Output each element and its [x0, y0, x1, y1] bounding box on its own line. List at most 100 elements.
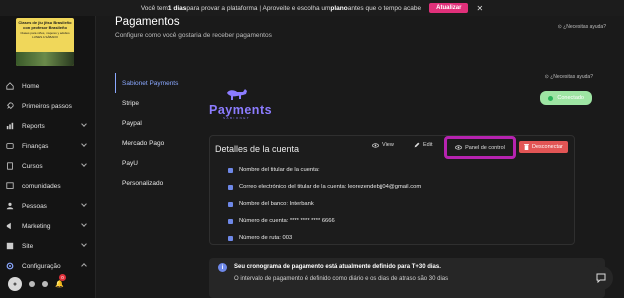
payments-logo: Payments SABIONET — [209, 85, 273, 120]
globe-icon — [6, 242, 14, 250]
holder-name-row: Nombre del titular de la cuenta: — [228, 167, 320, 173]
close-icon[interactable]: ✕ — [476, 4, 483, 13]
page-subtitle: Configure como você gostaria de receber … — [115, 32, 272, 39]
chevron-down-icon — [81, 241, 87, 247]
banner-days: 1 dias — [167, 4, 187, 12]
status-badge: Conectado — [540, 91, 592, 105]
user-icon — [228, 167, 233, 173]
control-panel-label: Panel de control — [465, 144, 505, 151]
sidebar-item-label: Pessoas — [22, 202, 47, 210]
help-link[interactable]: ⊙ ¿Necesitas ayuda? — [558, 24, 606, 30]
eye-icon — [455, 145, 463, 150]
details-title: Detalles de la cuenta — [215, 144, 300, 154]
payment-tabs: Sabionet Payments Stripe Paypal Mercado … — [115, 73, 189, 193]
chevron-up-icon — [81, 263, 87, 269]
edit-button[interactable]: Edit — [414, 142, 432, 148]
sidebar-item-label: comunidades — [22, 182, 61, 190]
routing-number-text: Número de ruta: 003 — [239, 235, 293, 241]
tab-mercado-pago[interactable]: Mercado Pago — [115, 133, 189, 153]
tab-paypal[interactable]: Paypal — [115, 113, 189, 133]
banner-prefix: Você tem — [140, 4, 168, 12]
bell-icon[interactable]: 🔔 0 — [55, 274, 66, 288]
sidebar-footer: ● 🔔 0 — [0, 270, 96, 298]
page-title: Pagamentos — [115, 16, 180, 28]
tab-stripe[interactable]: Stripe — [115, 93, 189, 113]
rocket-icon — [7, 102, 14, 109]
account-number-row: Número de cuenta: **** **** **** 6666 — [228, 218, 335, 224]
holder-name-text: Nombre del titular de la cuenta: — [239, 167, 320, 173]
sidebar-item-site[interactable]: Site — [6, 236, 90, 256]
promo-subtitle: Clases para niños, mujeres y adultos LUN… — [20, 31, 70, 39]
help-link-panel-label: ¿Necesitas ayuda? — [550, 74, 593, 80]
mail-icon — [228, 184, 233, 190]
chevron-down-icon — [81, 141, 87, 147]
help-link-panel[interactable]: ⊙ ¿Necesitas ayuda? — [545, 74, 593, 80]
update-button[interactable]: Atualizar — [429, 3, 469, 13]
sidebar-item-financas[interactable]: Finanças — [6, 136, 90, 156]
pencil-icon — [414, 142, 420, 148]
bank-name-row: Nombre del banco: Interbank — [228, 201, 314, 207]
sidebar-item-pessoas[interactable]: Pessoas — [6, 196, 90, 216]
hash-icon — [228, 235, 233, 241]
chart-icon — [6, 122, 14, 130]
chevron-down-icon — [81, 201, 87, 207]
edit-label: Edit — [423, 142, 433, 148]
account-number-text: Número de cuenta: **** **** **** 6666 — [239, 218, 335, 224]
sidebar-item-home[interactable]: Home — [6, 76, 90, 96]
view-button[interactable]: View — [372, 142, 394, 148]
status-icon[interactable] — [42, 281, 48, 287]
holder-email-row: Correo electrónico del titular de la cue… — [228, 184, 421, 190]
chat-icon — [596, 273, 606, 283]
sidebar: Clases de jiu jitsu Brasileño con profes… — [0, 0, 96, 298]
sidebar-item-label: Site — [22, 242, 34, 250]
sidebar-item-label: Primeiros passos — [22, 102, 72, 110]
people-icon — [6, 202, 14, 210]
banner-middle: para provar a plataforma | Aproveite e e… — [186, 4, 331, 12]
sidebar-item-label: Configuração — [22, 262, 61, 270]
logo-word: Payments — [209, 103, 273, 117]
avatar[interactable]: ● — [8, 277, 22, 291]
control-panel-button[interactable]: Panel de control — [444, 136, 516, 159]
status-dot-icon — [548, 95, 554, 101]
disconnect-label: Desconectar — [532, 144, 563, 150]
dog-icon — [227, 89, 247, 100]
bank-icon — [228, 201, 233, 207]
sidebar-item-cursos[interactable]: Cursos — [6, 156, 90, 176]
logo-subtitle: SABIONET — [223, 116, 251, 120]
card-icon — [228, 218, 233, 224]
theme-icon[interactable] — [29, 281, 35, 287]
promo-banner[interactable]: Clases de jiu jitsu Brasileño con profes… — [16, 18, 74, 66]
holder-email-text: Correo electrónico del titular de la cue… — [239, 184, 422, 190]
view-label: View — [382, 142, 394, 148]
main-content: Pagamentos Configure como você gostaria … — [96, 16, 624, 298]
sidebar-item-reports[interactable]: Reports — [6, 116, 90, 136]
sidebar-nav: Home Primeiros passos Reports Finanças C… — [6, 76, 90, 276]
sidebar-item-comunidades[interactable]: comunidades — [6, 176, 90, 196]
trash-icon — [524, 144, 529, 150]
gear-icon — [6, 262, 14, 270]
info-icon: i — [218, 263, 227, 272]
sidebar-item-label: Marketing — [22, 222, 51, 230]
sidebar-item-primeiros-passos[interactable]: Primeiros passos — [6, 96, 90, 116]
tab-personalizado[interactable]: Personalizado — [115, 173, 189, 193]
tab-payu[interactable]: PayU — [115, 153, 189, 173]
community-icon — [6, 182, 14, 189]
trial-banner: Você tem 1 dias para provar a plataforma… — [0, 0, 624, 16]
eye-icon — [372, 142, 379, 148]
payments-panel: Payments SABIONET ⊙ ¿Necesitas ayuda? Co… — [191, 71, 605, 257]
chevron-down-icon — [81, 121, 87, 127]
home-icon — [6, 82, 14, 90]
tab-sabionet-payments[interactable]: Sabionet Payments — [115, 73, 189, 93]
sidebar-item-label: Home — [22, 82, 40, 90]
sidebar-item-marketing[interactable]: Marketing — [6, 216, 90, 236]
megaphone-icon — [6, 222, 11, 230]
bank-name-text: Nombre del banco: Interbank — [239, 201, 314, 207]
book-icon — [7, 162, 13, 170]
chevron-down-icon — [81, 221, 87, 227]
disconnect-button[interactable]: Desconectar — [519, 141, 568, 153]
promo-image — [16, 52, 74, 66]
chat-button[interactable] — [589, 266, 613, 290]
sidebar-item-label: Cursos — [22, 162, 43, 170]
sidebar-item-label: Finanças — [22, 142, 49, 150]
promo-title: Clases de jiu jitsu Brasileño con profes… — [18, 20, 72, 30]
